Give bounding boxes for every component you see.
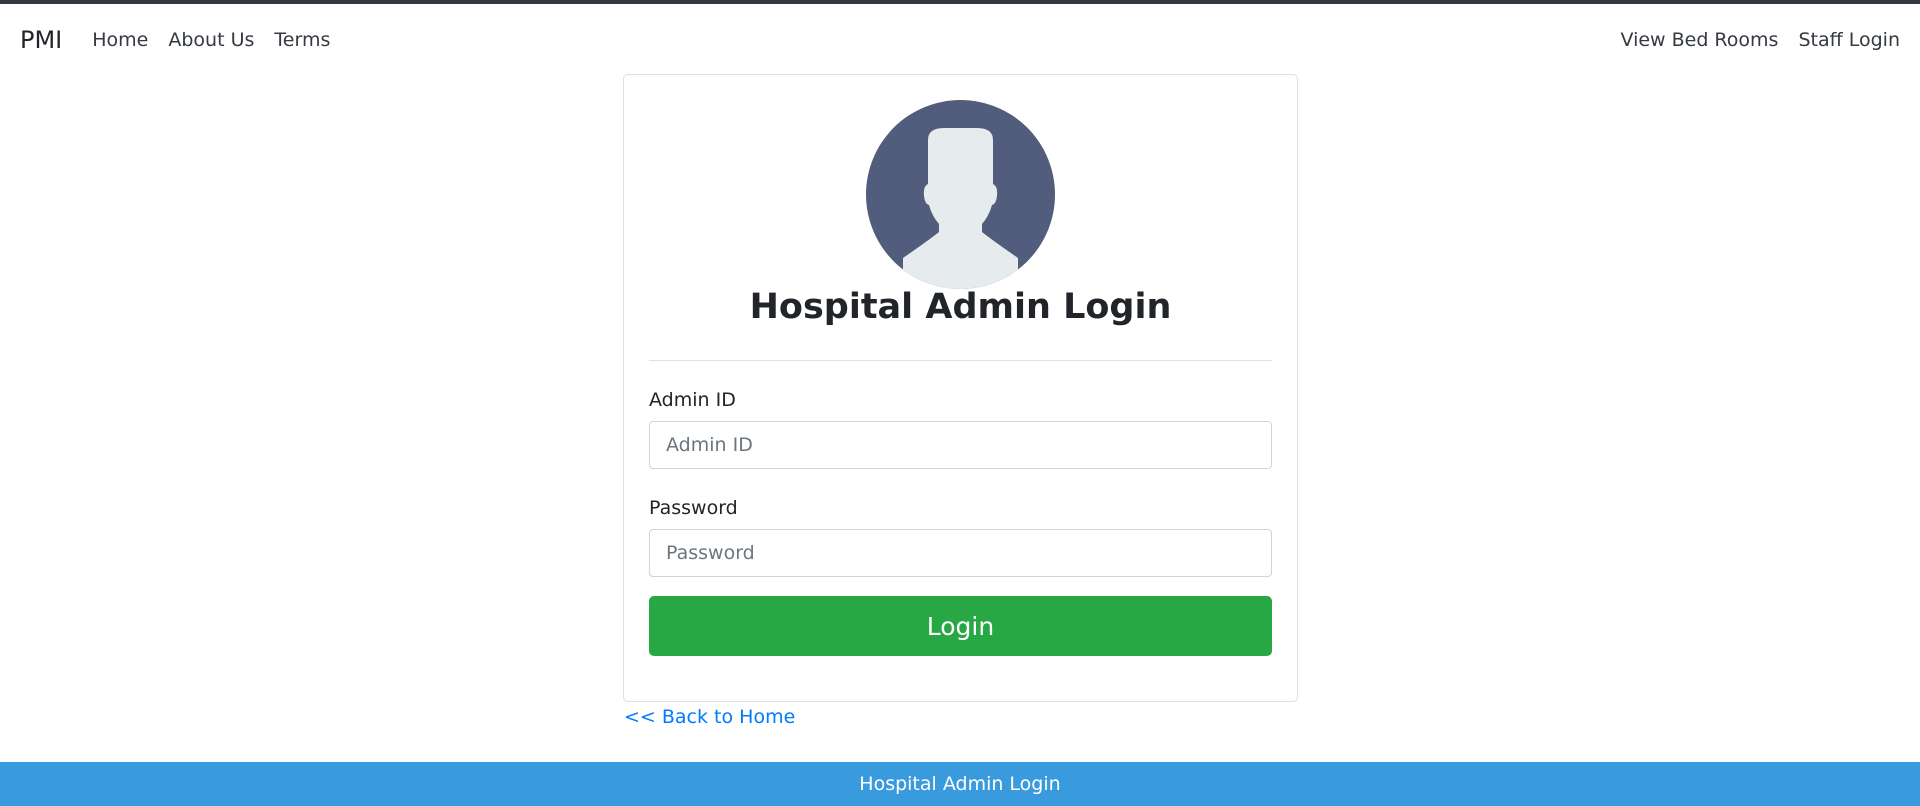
admin-id-label: Admin ID	[649, 389, 736, 411]
login-card: Hospital Admin Login Admin ID Password L…	[623, 74, 1298, 702]
page-title: Hospital Admin Login	[749, 287, 1172, 327]
admin-id-input[interactable]	[649, 421, 1272, 469]
divider	[649, 360, 1272, 361]
nav-left: Home About Us Terms	[92, 29, 330, 51]
brand-link[interactable]: PMI	[20, 26, 62, 54]
nav-link-terms[interactable]: Terms	[274, 29, 330, 51]
nav-link-staff-login[interactable]: Staff Login	[1798, 29, 1900, 51]
footer: Hospital Admin Login	[0, 762, 1920, 806]
nav-link-home[interactable]: Home	[92, 29, 148, 51]
password-label: Password	[649, 497, 738, 519]
nav-right: View Bed Rooms Staff Login	[1620, 29, 1900, 51]
password-input[interactable]	[649, 529, 1272, 577]
back-to-home-link[interactable]: << Back to Home	[624, 706, 795, 728]
navbar: PMI Home About Us Terms View Bed Rooms S…	[0, 4, 1920, 76]
nav-link-about-us[interactable]: About Us	[168, 29, 254, 51]
login-button[interactable]: Login	[649, 596, 1272, 656]
footer-text: Hospital Admin Login	[859, 773, 1061, 795]
user-avatar-icon	[866, 100, 1055, 289]
nav-link-view-bed-rooms[interactable]: View Bed Rooms	[1620, 29, 1778, 51]
